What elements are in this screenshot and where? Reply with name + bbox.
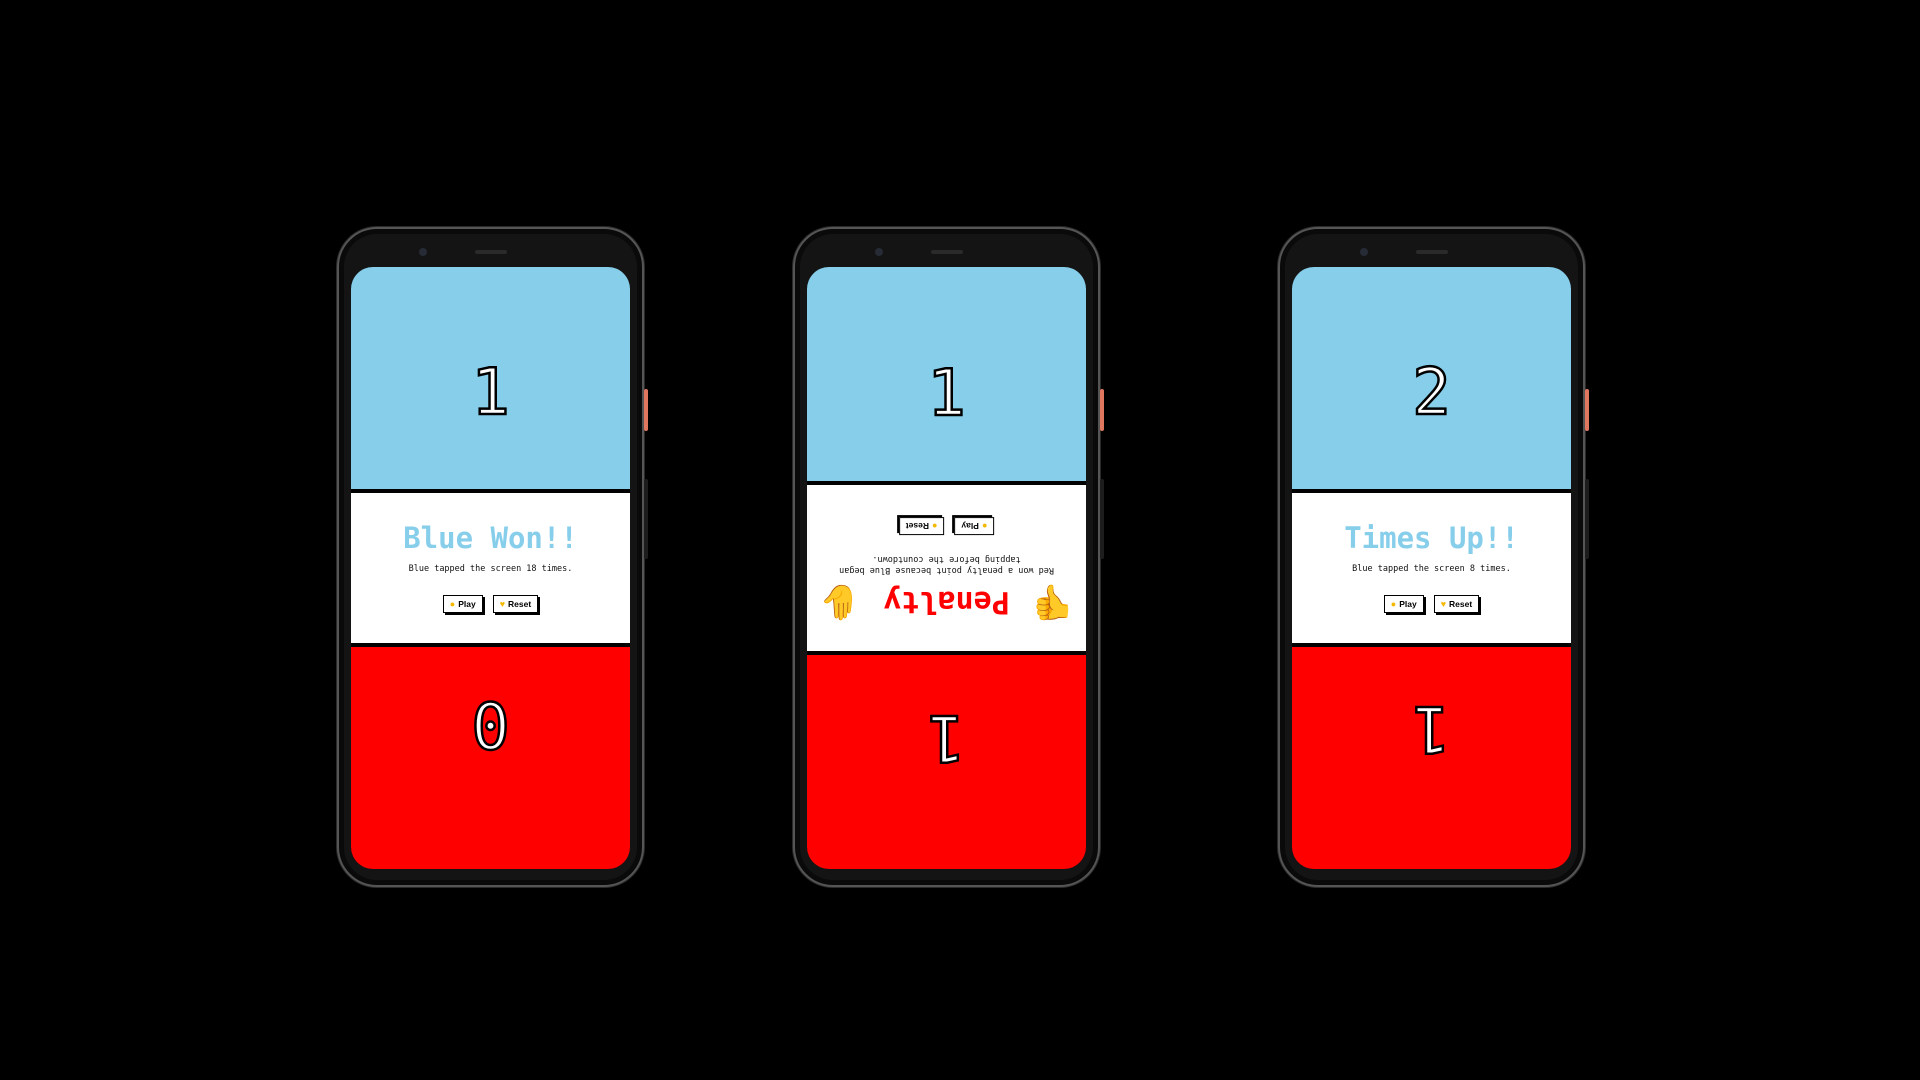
- result-headline: Times Up!!: [1344, 521, 1519, 556]
- red-score: 1: [926, 699, 967, 776]
- penalty-message: Red won a penalty point because Blue beg…: [839, 554, 1054, 576]
- play-button-label: Play: [458, 598, 476, 609]
- red-score: 1: [1411, 690, 1452, 767]
- phone-mockup-blue-won: 1 Blue Won!! Blue tapped the screen 18 t…: [337, 227, 648, 887]
- blue-player-area[interactable]: 1: [351, 267, 630, 489]
- penalty-headline: Penalty: [883, 584, 1010, 620]
- result-headline: Blue Won!!: [403, 521, 578, 556]
- blue-player-area[interactable]: 2: [1292, 267, 1571, 489]
- blue-player-area[interactable]: 1: [807, 267, 1086, 481]
- lemon-icon: ●: [449, 598, 456, 609]
- raised-hand-icon: ✋: [818, 582, 862, 623]
- lemon-icon: ●: [1390, 598, 1397, 609]
- reset-button[interactable]: ♥ Reset: [1433, 594, 1480, 613]
- blue-score: 1: [470, 356, 511, 430]
- heart-icon: ♥: [1440, 598, 1447, 609]
- blue-score: 1: [926, 357, 967, 431]
- phone-screen: 1 👎 Penalty ✋ Red won a penalty point be…: [807, 267, 1086, 869]
- result-message: Blue tapped the screen 18 times.: [408, 563, 573, 574]
- result-message: Blue tapped the screen 8 times.: [1352, 563, 1511, 574]
- action-buttons: ● Play ● Reset: [898, 516, 995, 535]
- red-score: 0: [470, 691, 511, 765]
- lemon-icon: ●: [931, 520, 938, 531]
- reset-button[interactable]: ♥ Reset: [492, 594, 539, 613]
- play-button[interactable]: ● Play: [442, 594, 483, 613]
- reset-button-label: Reset: [1449, 598, 1473, 609]
- earpiece-speaker: [931, 250, 963, 254]
- red-player-area[interactable]: 1: [1292, 647, 1571, 869]
- front-camera: [875, 248, 883, 256]
- phone-mockup-times-up: 2 Times Up!! Blue tapped the screen 8 ti…: [1278, 227, 1589, 887]
- play-button-label: Play: [1399, 598, 1417, 609]
- penalty-panel: 👎 Penalty ✋ Red won a penalty point beca…: [807, 481, 1086, 655]
- volume-button: [1100, 479, 1104, 559]
- red-player-area[interactable]: 1: [807, 655, 1086, 869]
- earpiece-speaker: [475, 250, 507, 254]
- phone-mockup-penalty: 1 👎 Penalty ✋ Red won a penalty point be…: [793, 227, 1104, 887]
- red-player-area[interactable]: 0: [351, 647, 630, 869]
- volume-button: [1585, 479, 1589, 559]
- play-button[interactable]: ● Play: [1383, 594, 1424, 613]
- result-panel: Times Up!! Blue tapped the screen 8 time…: [1292, 489, 1571, 647]
- reset-button[interactable]: ● Reset: [898, 516, 945, 535]
- front-camera: [419, 248, 427, 256]
- front-camera: [1360, 248, 1368, 256]
- action-buttons: ● Play ♥ Reset: [442, 594, 539, 613]
- phone-screen: 1 Blue Won!! Blue tapped the screen 18 t…: [351, 267, 630, 869]
- heart-icon: ♥: [499, 598, 506, 609]
- play-button-label: Play: [961, 520, 979, 531]
- action-buttons: ● Play ♥ Reset: [1383, 594, 1480, 613]
- mockup-stage: 1 Blue Won!! Blue tapped the screen 18 t…: [0, 0, 1920, 1080]
- reset-button-label: Reset: [508, 598, 532, 609]
- power-button: [1585, 389, 1589, 431]
- power-button: [1100, 389, 1104, 431]
- blue-score: 2: [1411, 356, 1452, 430]
- volume-button: [644, 479, 648, 559]
- lemon-icon: ●: [981, 520, 988, 531]
- result-panel: Blue Won!! Blue tapped the screen 18 tim…: [351, 489, 630, 647]
- earpiece-speaker: [1416, 250, 1448, 254]
- penalty-headline-row: 👎 Penalty ✋: [818, 582, 1075, 623]
- power-button: [644, 389, 648, 431]
- thumbs-down-icon: 👎: [1031, 582, 1075, 623]
- play-button[interactable]: ● Play: [954, 516, 995, 535]
- phone-screen: 2 Times Up!! Blue tapped the screen 8 ti…: [1292, 267, 1571, 869]
- reset-button-label: Reset: [905, 520, 929, 531]
